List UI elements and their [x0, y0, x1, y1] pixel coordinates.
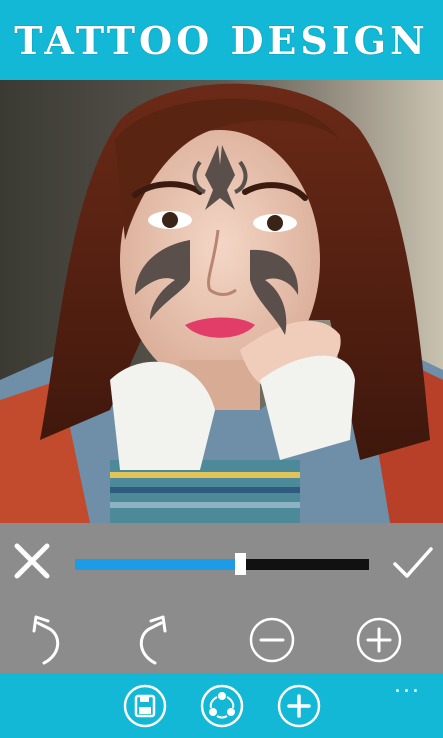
tattoo-editor-screen: TATTOO DESIGN ... — [0, 0, 443, 738]
zoom-out-icon — [249, 617, 295, 663]
share-button[interactable] — [200, 684, 244, 728]
zoom-in-icon — [356, 617, 402, 663]
undo-icon — [32, 615, 60, 665]
checkmark-icon — [393, 547, 433, 578]
redo-button[interactable] — [131, 615, 175, 667]
app-title: TATTOO DESIGN — [14, 17, 429, 63]
photo-canvas[interactable] — [0, 80, 443, 523]
app-bar: ... — [0, 673, 443, 738]
editor-toolbar — [0, 523, 443, 673]
add-button[interactable] — [277, 684, 321, 728]
save-button[interactable] — [123, 684, 167, 728]
opacity-slider[interactable] — [75, 553, 369, 575]
apply-button[interactable] — [392, 545, 434, 581]
more-options-button[interactable]: ... — [394, 675, 421, 697]
save-icon — [123, 684, 167, 728]
undo-button[interactable] — [24, 615, 68, 667]
portrait-image — [0, 80, 443, 523]
redo-icon — [139, 615, 167, 665]
slider-thumb[interactable] — [234, 553, 246, 575]
share-icon — [200, 684, 244, 728]
close-icon — [14, 543, 50, 579]
title-bar: TATTOO DESIGN — [0, 0, 443, 80]
zoom-out-button[interactable] — [248, 616, 296, 664]
zoom-in-button[interactable] — [355, 616, 403, 664]
cancel-button[interactable] — [12, 541, 52, 581]
slider-fill — [75, 559, 240, 570]
add-icon — [277, 684, 321, 728]
